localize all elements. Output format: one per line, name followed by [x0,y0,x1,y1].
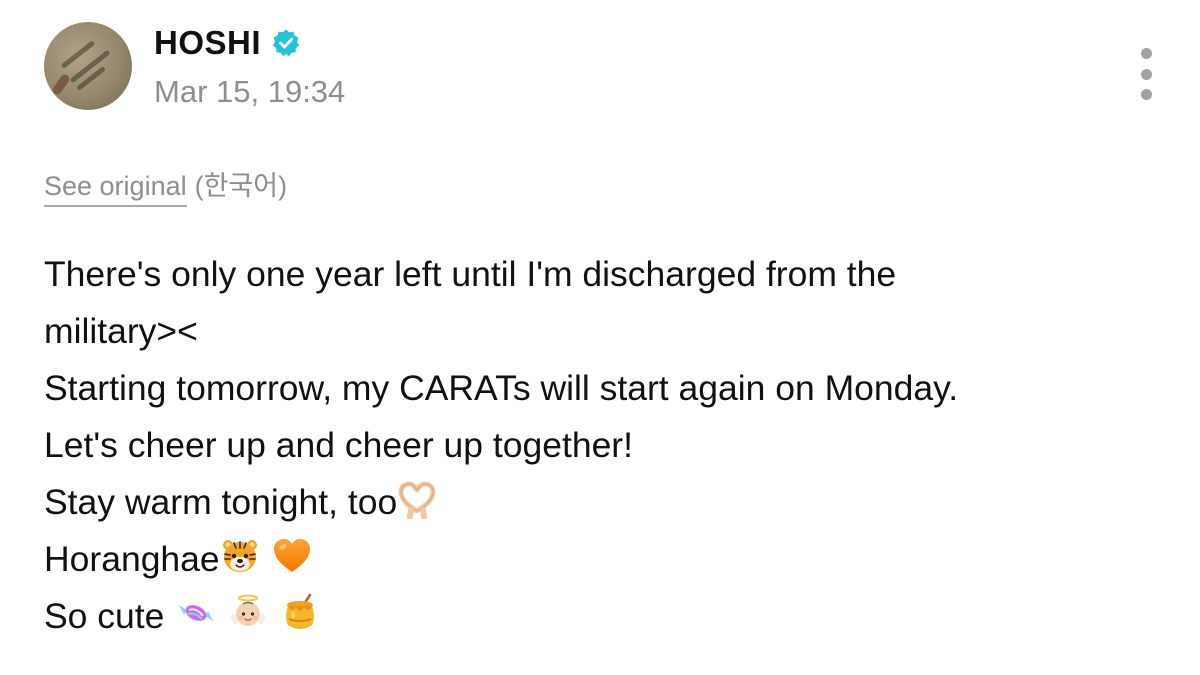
heart-hands-emoji [397,479,437,519]
avatar[interactable] [44,22,132,110]
more-options-button[interactable] [1126,44,1166,104]
more-vertical-icon [1140,68,1152,80]
verified-badge-icon [271,28,301,58]
post-line: Stay warm tonight, too [44,474,1164,531]
tiger-face-emoji [220,536,260,576]
author-name[interactable]: HOSHI [154,24,261,62]
post-card: HOSHI Mar 15, 19:34 See original (한국어) T… [0,0,1200,675]
post-line: Let's cheer up and cheer up together! [44,425,633,465]
post-line: Horanghae [44,531,1164,588]
candy-emoji [176,593,216,633]
post-timestamp: Mar 15, 19:34 [154,74,346,109]
see-original-link[interactable]: See original [44,171,187,207]
baby-angel-emoji [228,593,268,633]
translation-notice: See original (한국어) [44,164,287,207]
more-vertical-icon [1140,89,1152,100]
more-vertical-icon [1140,48,1152,59]
author-header: HOSHI [154,24,301,62]
avatar-photo-detail [51,72,71,97]
post-body: There's only one year left until I'm dis… [44,246,1164,645]
original-language-label: (한국어) [194,171,288,201]
orange-heart-emoji [272,536,312,576]
post-line: Starting tomorrow, my CARATs will start … [44,368,959,408]
post-line: So cute [44,588,1164,645]
post-line: There's only one year left until I'm dis… [44,254,897,294]
honey-pot-emoji [280,593,320,633]
post-line: military>< [44,311,198,351]
